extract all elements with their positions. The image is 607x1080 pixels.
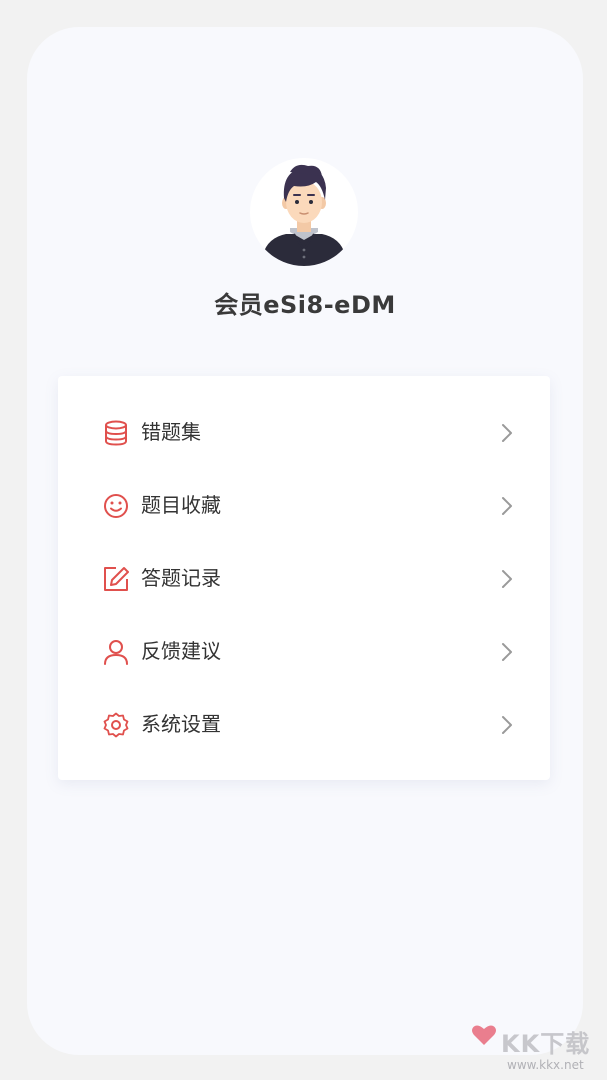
chevron-right-icon bbox=[502, 424, 512, 442]
database-icon bbox=[105, 420, 127, 446]
menu-item-label: 反馈建议 bbox=[141, 639, 221, 663]
chevron-right-icon bbox=[502, 570, 512, 588]
chevron-right-icon bbox=[502, 643, 512, 661]
watermark-url: www.kkx.net bbox=[507, 1058, 584, 1072]
chevron-right-icon bbox=[502, 716, 512, 734]
username: 会员eSi8-eDM bbox=[214, 291, 396, 319]
menu-item-label: 题目收藏 bbox=[141, 493, 221, 517]
menu-card: 错题集 题目收藏 答题记录 反馈建议 系统设置 bbox=[58, 376, 550, 780]
watermark: KK下载 www.kkx.net bbox=[471, 1022, 601, 1076]
menu-item-wrong-questions[interactable]: 错题集 bbox=[58, 396, 550, 469]
smile-icon bbox=[104, 494, 128, 518]
heart-icon bbox=[472, 1025, 496, 1045]
avatar[interactable] bbox=[250, 158, 358, 266]
menu-item-label: 错题集 bbox=[141, 420, 201, 444]
menu-item-feedback[interactable]: 反馈建议 bbox=[58, 615, 550, 688]
menu-item-settings[interactable]: 系统设置 bbox=[58, 688, 550, 761]
edit-icon bbox=[104, 567, 129, 591]
male-user-avatar-icon bbox=[262, 164, 346, 266]
watermark-brand: KK下载 bbox=[501, 1030, 591, 1058]
menu-item-label: 系统设置 bbox=[141, 712, 221, 736]
app-screen: 会员eSi8-eDM 错题集 题目收藏 答题记录 反馈建议 系统设置 bbox=[27, 27, 583, 1055]
menu-item-favorites[interactable]: 题目收藏 bbox=[58, 469, 550, 542]
menu-item-answer-history[interactable]: 答题记录 bbox=[58, 542, 550, 615]
menu-item-label: 答题记录 bbox=[141, 566, 221, 590]
user-icon bbox=[104, 640, 128, 665]
settings-icon bbox=[103, 712, 129, 738]
chevron-right-icon bbox=[502, 497, 512, 515]
